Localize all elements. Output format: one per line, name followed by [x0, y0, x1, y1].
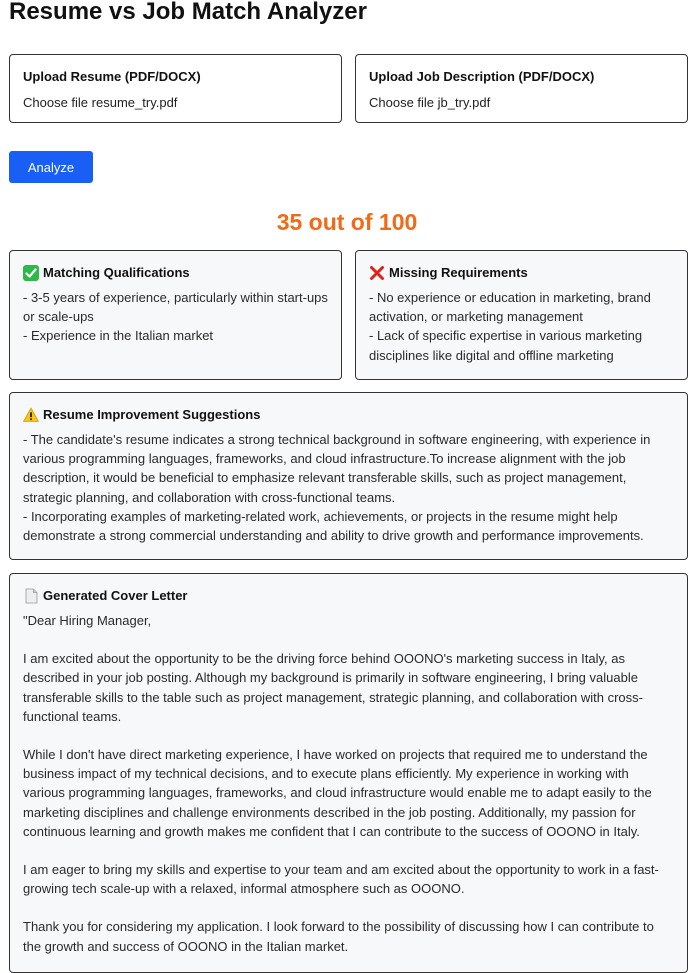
missing-requirements-title: Missing Requirements [389, 265, 528, 280]
list-item: - No experience or education in marketin… [369, 290, 651, 325]
warning-icon [23, 407, 39, 422]
cover-letter-text: "Dear Hiring Manager, I am excited about… [23, 611, 674, 956]
resume-suggestions-card: Resume Improvement Suggestions - The can… [9, 392, 688, 560]
cover-letter-card: Generated Cover Letter "Dear Hiring Mana… [9, 573, 688, 973]
analyze-button[interactable]: Analyze [9, 151, 93, 183]
matching-qualifications-list: - 3-5 years of experience, particularly … [23, 288, 328, 346]
cover-letter-paragraph: Thank you for considering my application… [23, 919, 654, 954]
resume-upload-field[interactable]: Upload Resume (PDF/DOCX) Choose file res… [9, 54, 342, 123]
job-description-upload-field[interactable]: Upload Job Description (PDF/DOCX) Choose… [355, 54, 688, 123]
list-item: - Lack of specific expertise in various … [369, 328, 643, 363]
cover-letter-paragraph: While I don't have direct marketing expe… [23, 747, 652, 839]
cover-letter-paragraph: I am excited about the opportunity to be… [23, 651, 643, 724]
match-score: 35 out of 100 [276, 209, 418, 235]
check-mark-icon [23, 265, 39, 281]
job-description-filename: jb_try.pdf [437, 95, 491, 110]
resume-suggestions-header: Resume Improvement Suggestions [23, 406, 674, 424]
resume-upload-label: Upload Resume (PDF/DOCX) [23, 69, 201, 84]
job-description-file-input[interactable]: Choose file jb_try.pdf [369, 95, 674, 111]
resume-suggestions-list: - The candidate's resume indicates a str… [23, 430, 674, 545]
page-title: Resume vs Job Match Analyzer [9, 0, 367, 25]
matching-qualifications-title: Matching Qualifications [43, 265, 190, 280]
resume-file-input[interactable]: Choose file resume_try.pdf [23, 95, 328, 111]
job-description-upload-label: Upload Job Description (PDF/DOCX) [369, 69, 595, 84]
missing-requirements-header: Missing Requirements [369, 264, 674, 282]
list-item: - The candidate's resume indicates a str… [23, 432, 651, 505]
resume-choose-file-button[interactable]: Choose file [23, 95, 88, 110]
cover-letter-header: Generated Cover Letter [23, 587, 674, 605]
resume-suggestions-title: Resume Improvement Suggestions [43, 407, 261, 422]
matching-qualifications-card: Matching Qualifications - 3-5 years of e… [9, 250, 342, 380]
missing-requirements-card: Missing Requirements - No experience or … [355, 250, 688, 380]
missing-requirements-list: - No experience or education in marketin… [369, 288, 674, 365]
cover-letter-title: Generated Cover Letter [43, 588, 188, 603]
cover-letter-paragraph: "Dear Hiring Manager, [23, 613, 152, 628]
cross-mark-icon [370, 266, 384, 280]
resume-filename: resume_try.pdf [91, 95, 178, 110]
list-item: - 3-5 years of experience, particularly … [23, 290, 328, 325]
list-item: - Incorporating examples of marketing-re… [23, 508, 644, 544]
cover-letter-paragraph: I am eager to bring my skills and expert… [23, 862, 659, 897]
job-description-choose-file-button[interactable]: Choose file [369, 95, 434, 110]
document-icon [25, 588, 38, 604]
matching-qualifications-header: Matching Qualifications [23, 264, 328, 282]
list-item: - Experience in the Italian market [23, 328, 214, 344]
